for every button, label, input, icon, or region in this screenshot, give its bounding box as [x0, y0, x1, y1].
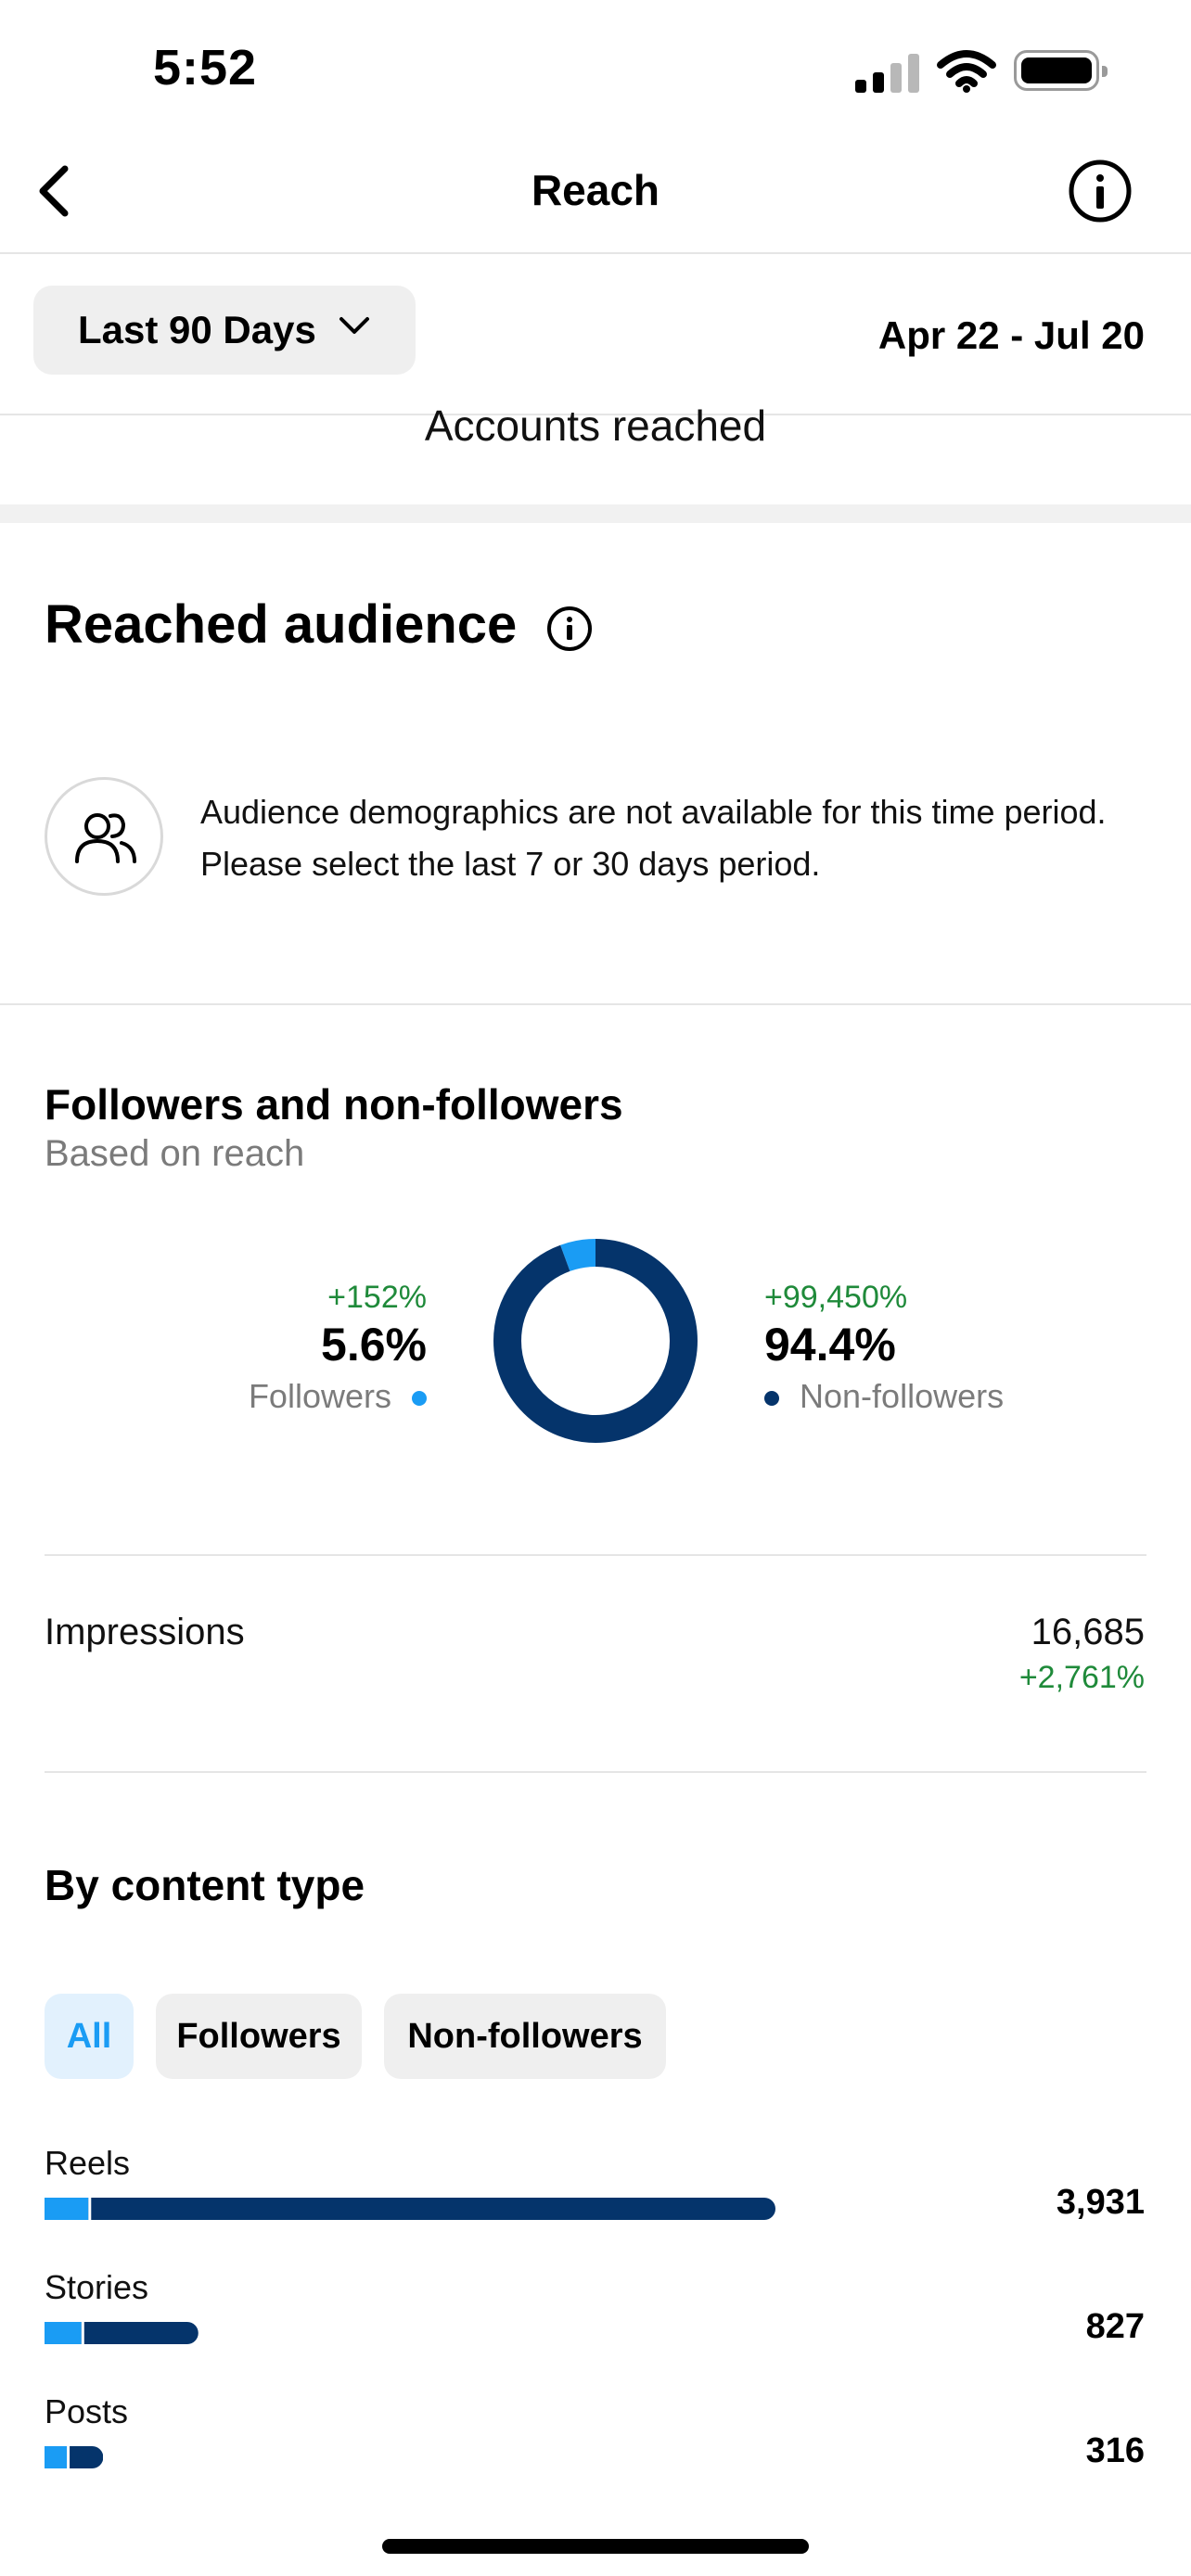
- content-bar-reels: [45, 2198, 775, 2220]
- impressions-label: Impressions: [45, 1612, 245, 1652]
- content-bar-posts: [45, 2446, 104, 2468]
- impressions-value: 16,685: [1031, 1612, 1145, 1652]
- reached-audience-title: Reached audience: [45, 594, 518, 655]
- content-row-label-stories: Stories: [45, 2268, 149, 2306]
- followers-percent: 5.6%: [321, 1319, 427, 1371]
- impressions-change: +2,761%: [1018, 1660, 1145, 1695]
- date-range-dropdown[interactable]: Last 90 Days: [33, 286, 416, 375]
- audience-icon-badge: [45, 777, 163, 896]
- content-type-title: By content type: [45, 1861, 365, 1909]
- content-row-label-posts: Posts: [45, 2392, 129, 2430]
- date-range-text: Apr 22 - Jul 20: [877, 313, 1145, 357]
- status-time: 5:52: [153, 40, 258, 96]
- content-bar-followers-stories: [45, 2322, 82, 2344]
- followers-legend: Followers: [249, 1377, 427, 1416]
- content-row-value-posts: 316: [1085, 2431, 1145, 2470]
- non-followers-legend-dot: [764, 1391, 779, 1407]
- followers-split-title: Followers and non-followers: [45, 1080, 623, 1129]
- content-bar-followers-reels: [45, 2198, 89, 2220]
- content-bar-separator-posts: [67, 2446, 70, 2468]
- followers-change: +152%: [327, 1280, 427, 1315]
- info-icon[interactable]: [545, 605, 594, 653]
- content-bar-separator-reels: [88, 2198, 92, 2220]
- followers-split-subtitle: Based on reach: [45, 1133, 305, 1174]
- followers-stat: +152% 5.6% Followers: [249, 1280, 427, 1416]
- cellular-signal-icon: [855, 54, 920, 93]
- followers-legend-label: Followers: [248, 1377, 391, 1415]
- audience-divider: [0, 1003, 1191, 1005]
- filter-chip-followers[interactable]: Followers: [156, 1994, 362, 2079]
- non-followers-change: +99,450%: [764, 1280, 908, 1315]
- page-title: Reach: [531, 166, 660, 214]
- date-range-dropdown-label: Last 90 Days: [78, 308, 316, 351]
- battery-icon: [1014, 50, 1108, 91]
- home-indicator: [382, 2539, 809, 2554]
- donut-segment-non-followers: [493, 1239, 698, 1443]
- header-divider: [0, 252, 1191, 254]
- impressions-divider: [45, 1771, 1146, 1773]
- followers-legend-dot: [412, 1391, 427, 1407]
- content-bar-non-followers-reels: [45, 2198, 775, 2220]
- content-row-value-reels: 3,931: [1056, 2183, 1145, 2222]
- followers-donut-chart: [493, 1239, 698, 1443]
- non-followers-legend-label: Non-followers: [800, 1377, 1005, 1415]
- content-bar-separator-stories: [81, 2322, 84, 2344]
- non-followers-stat: +99,450% 94.4% Non-followers: [764, 1280, 1004, 1416]
- non-followers-legend: Non-followers: [764, 1377, 1004, 1416]
- filter-chip-non-followers[interactable]: Non-followers: [384, 1994, 666, 2079]
- demographics-notice: Audience demographics are not available …: [200, 793, 1107, 883]
- chart-divider: [45, 1554, 1146, 1556]
- info-button[interactable]: [1067, 158, 1133, 224]
- content-bar-stories: [45, 2322, 198, 2344]
- wifi-icon: [937, 50, 996, 93]
- people-icon: [75, 813, 136, 863]
- non-followers-percent: 94.4%: [764, 1319, 896, 1371]
- section-separator: [0, 504, 1191, 523]
- info-icon: [1069, 159, 1132, 223]
- content-bar-followers-posts: [45, 2446, 68, 2468]
- content-row-value-stories: 827: [1085, 2307, 1145, 2346]
- chevron-down-icon: [339, 317, 369, 334]
- filter-chip-all[interactable]: All: [45, 1994, 134, 2079]
- accounts-reached-label: Accounts reached: [424, 402, 767, 450]
- content-row-label-reels: Reels: [45, 2144, 131, 2182]
